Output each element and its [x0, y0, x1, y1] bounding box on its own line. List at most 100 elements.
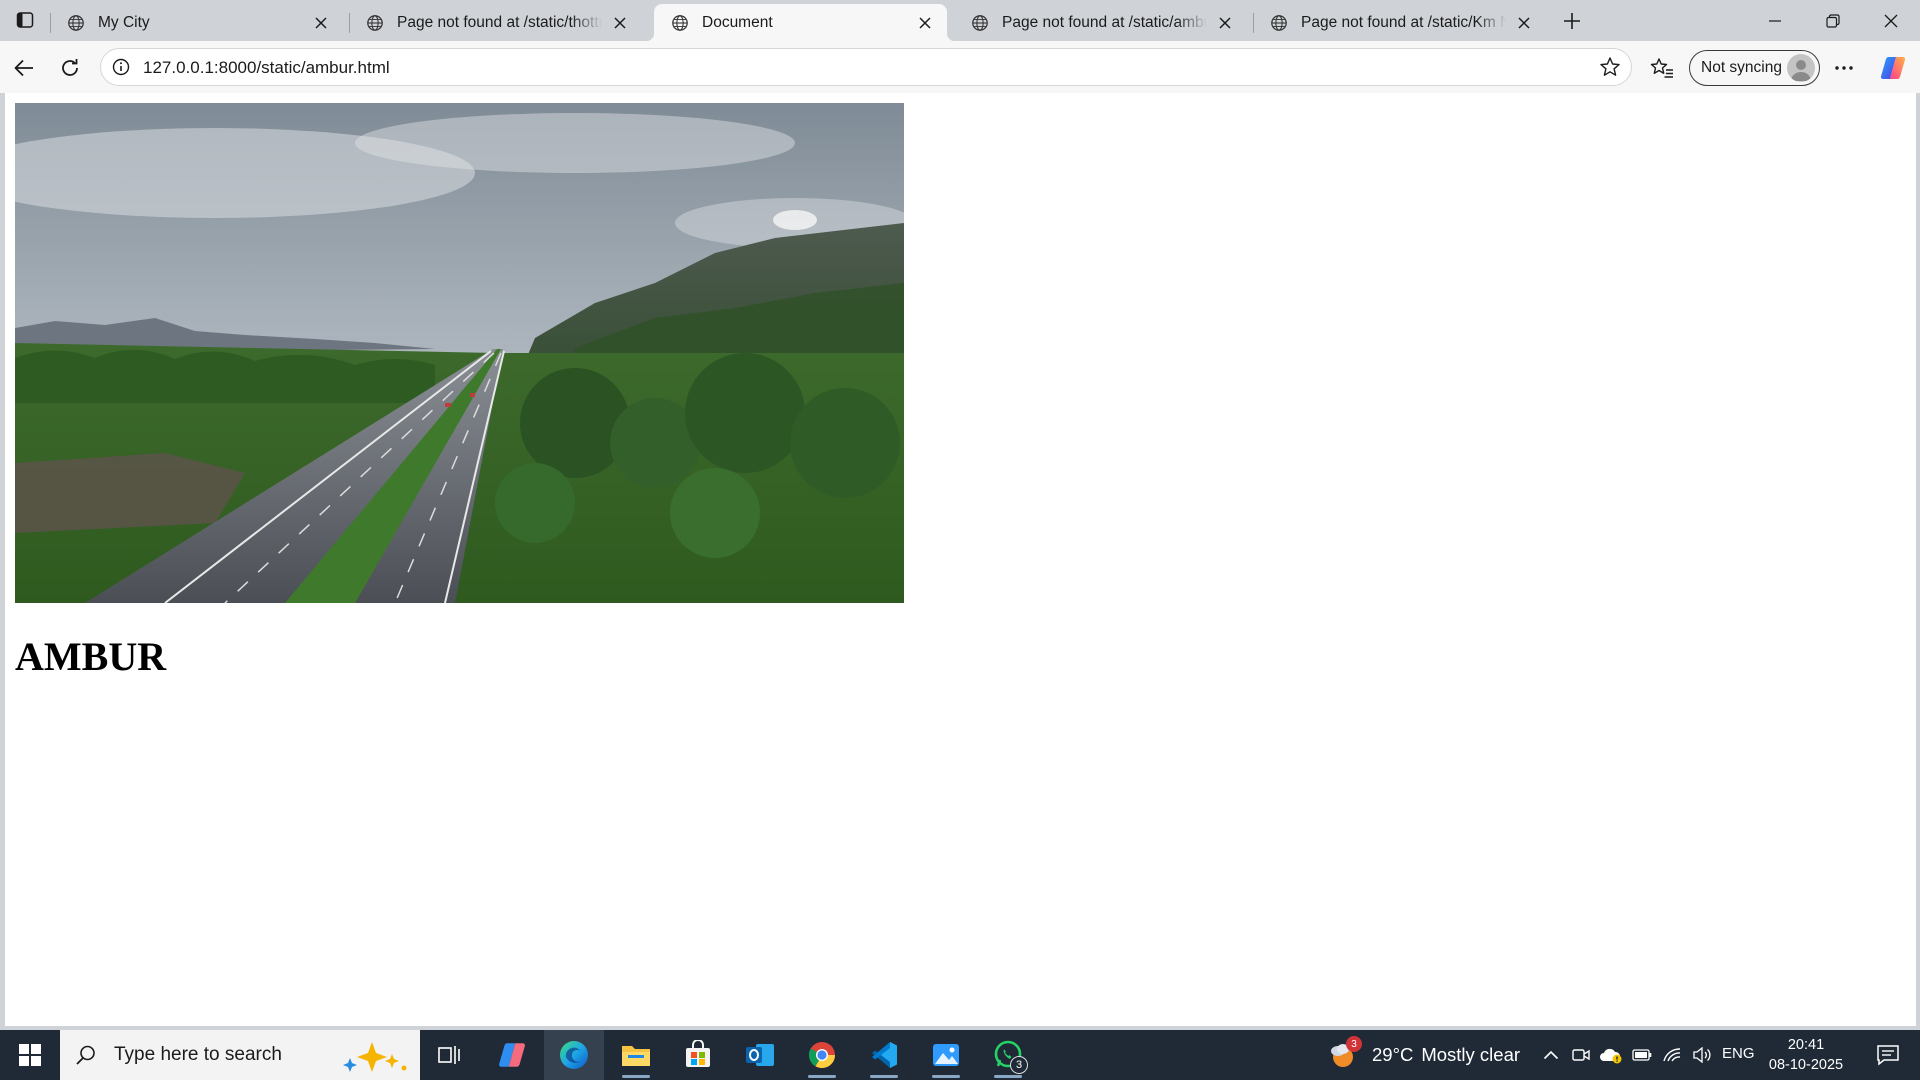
taskbar-edge[interactable]: [544, 1030, 604, 1080]
weather-badge: 3: [1346, 1036, 1362, 1052]
close-icon[interactable]: [1213, 11, 1237, 35]
back-arrow-icon: [14, 59, 33, 77]
tab-my-city[interactable]: My City: [50, 4, 343, 41]
tab-title: Document: [702, 13, 773, 31]
minimize-icon: [1769, 19, 1781, 22]
task-view-icon: [438, 1046, 460, 1064]
minimize-button[interactable]: [1746, 0, 1804, 41]
clock-date: 08-10-2025: [1768, 1057, 1844, 1073]
copilot-icon: [499, 1043, 525, 1067]
windows-icon: [19, 1044, 41, 1066]
close-window-button[interactable]: [1862, 0, 1920, 41]
tab-separator: [50, 13, 51, 33]
star-icon[interactable]: [1599, 56, 1621, 78]
taskbar-whatsapp[interactable]: 3: [978, 1030, 1038, 1080]
weather-widget[interactable]: 3 29°C Mostly clear: [1326, 1030, 1520, 1080]
onedrive-tray-icon[interactable]: [1596, 1030, 1626, 1080]
weather-temperature: 29°C: [1372, 1044, 1414, 1065]
globe-icon: [670, 13, 690, 33]
vscode-icon: [872, 1042, 897, 1068]
taskbar-search[interactable]: Type here to search: [60, 1030, 420, 1080]
back-button[interactable]: [7, 51, 41, 85]
tab-strip: My City Page not found at /static/thottr…: [0, 0, 1920, 41]
close-icon[interactable]: [913, 11, 937, 35]
input-language[interactable]: ENG: [1722, 1045, 1755, 1062]
battery-icon: [1632, 1049, 1652, 1061]
info-icon[interactable]: [111, 57, 131, 77]
copilot-icon: [1880, 56, 1906, 80]
avatar: [1787, 54, 1815, 82]
tab-document[interactable]: Document: [646, 4, 955, 41]
new-tab-button[interactable]: [1557, 6, 1587, 36]
more-button[interactable]: [1827, 51, 1861, 85]
copilot-button[interactable]: [1876, 51, 1910, 85]
tab-page-not-found-ambur[interactable]: Page not found at /static/ambur: [954, 4, 1247, 41]
restore-button[interactable]: [1804, 0, 1862, 41]
clock-time: 20:41: [1787, 1037, 1825, 1053]
favorites-button[interactable]: [1645, 51, 1679, 85]
outlook-icon: [746, 1044, 774, 1066]
clock[interactable]: 20:41 08-10-2025: [1762, 1035, 1850, 1075]
task-view-button[interactable]: [420, 1030, 480, 1080]
globe-icon: [66, 13, 86, 33]
chrome-icon: [808, 1042, 836, 1069]
taskbar-vscode[interactable]: [854, 1030, 914, 1080]
tab-title: My City: [98, 13, 150, 31]
taskbar-file-explorer[interactable]: [606, 1030, 666, 1080]
meet-now-tray-icon[interactable]: [1568, 1030, 1594, 1080]
taskbar-chrome[interactable]: [792, 1030, 852, 1080]
taskbar-store[interactable]: [668, 1030, 728, 1080]
address-bar[interactable]: 127.0.0.1:8000/static/ambur.html: [100, 48, 1632, 86]
tab-page-not-found-km-nu[interactable]: Page not found at /static/Km Nu: [1253, 4, 1546, 41]
taskbar: Type here to search 3 3 29°C Mostly clea…: [0, 1030, 1920, 1080]
folder-icon: [622, 1046, 650, 1066]
close-icon[interactable]: [309, 11, 333, 35]
globe-icon: [1269, 13, 1289, 33]
globe-icon: [365, 13, 385, 33]
chevron-up-icon: [1543, 1050, 1559, 1060]
tab-separator: [349, 13, 350, 33]
tab-actions-icon: [16, 12, 34, 28]
network-tray-icon[interactable]: [1658, 1030, 1686, 1080]
show-hidden-icons-button[interactable]: [1538, 1030, 1564, 1080]
notification-center-button[interactable]: [1866, 1030, 1910, 1080]
reload-icon: [62, 59, 78, 76]
volume-tray-icon[interactable]: [1688, 1030, 1716, 1080]
start-button[interactable]: [0, 1030, 60, 1080]
reload-button[interactable]: [53, 51, 87, 85]
search-icon: [74, 1043, 98, 1067]
taskbar-outlook[interactable]: [730, 1030, 790, 1080]
tab-title: Page not found at /static/thottram: [397, 13, 602, 31]
edge-icon: [560, 1041, 588, 1069]
tab-page-not-found-thottram[interactable]: Page not found at /static/thottram: [349, 4, 642, 41]
tab-title: Page not found at /static/Km Nu: [1301, 13, 1506, 31]
profile-status: Not syncing: [1701, 59, 1782, 76]
restore-icon: [1826, 13, 1840, 28]
taskbar-photos[interactable]: [916, 1030, 976, 1080]
close-icon[interactable]: [608, 11, 632, 35]
close-icon: [1884, 14, 1898, 27]
taskbar-copilot[interactable]: [482, 1030, 542, 1080]
weather-condition: Mostly clear: [1421, 1044, 1521, 1065]
hero-image: [15, 103, 904, 603]
speaker-icon: [1693, 1047, 1711, 1063]
globe-icon: [970, 13, 990, 33]
url-text[interactable]: 127.0.0.1:8000/static/ambur.html: [143, 58, 390, 78]
weather-icon: 3: [1326, 1036, 1362, 1072]
tab-actions-button[interactable]: [8, 6, 42, 34]
close-icon[interactable]: [1512, 11, 1536, 35]
battery-tray-icon[interactable]: [1628, 1030, 1656, 1080]
more-icon: [1835, 66, 1853, 70]
store-icon: [686, 1040, 710, 1067]
notification-icon: [1877, 1045, 1899, 1066]
profile-button[interactable]: Not syncing: [1689, 50, 1820, 86]
favorites-icon: [1650, 58, 1673, 78]
tab-title: Page not found at /static/ambur: [1002, 13, 1207, 31]
browser-toolbar: 127.0.0.1:8000/static/ambur.html Not syn…: [0, 41, 1920, 93]
cloud-warning-icon: [1600, 1048, 1622, 1064]
photos-icon: [933, 1044, 959, 1066]
sparkle-icon: [343, 1042, 407, 1072]
page-title: AMBUR: [15, 634, 167, 679]
notification-badge: 3: [1010, 1056, 1028, 1074]
search-placeholder: Type here to search: [114, 1044, 282, 1065]
